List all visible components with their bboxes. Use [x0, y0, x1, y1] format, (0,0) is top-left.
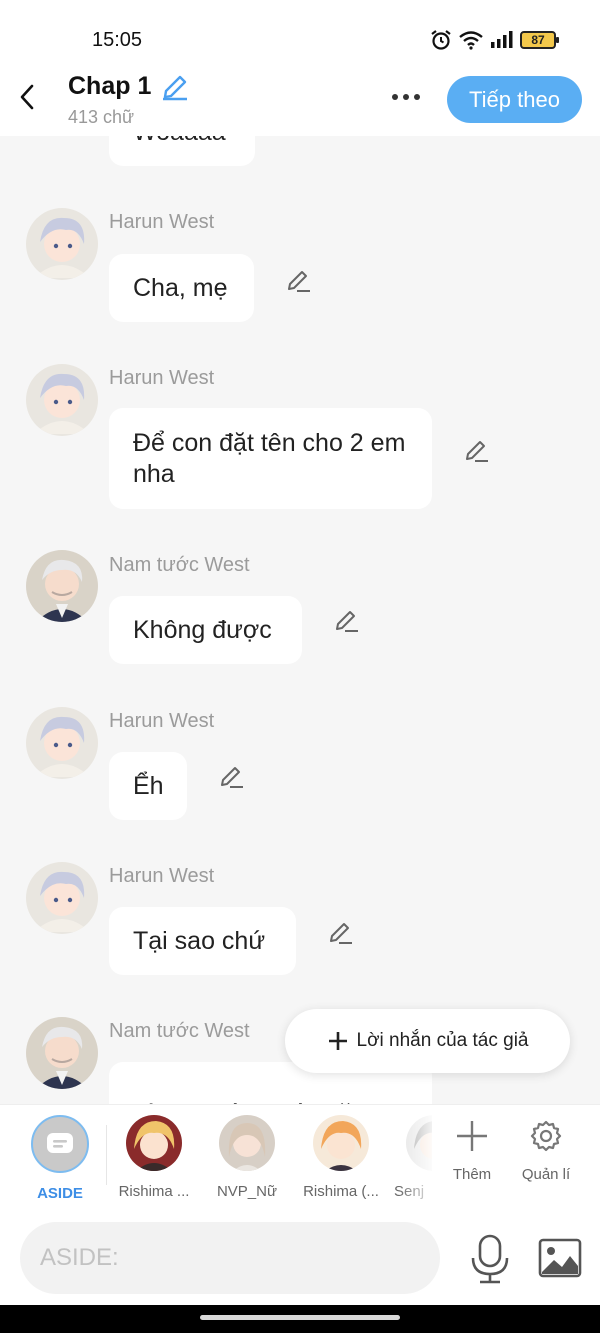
sender-name: Harun West — [109, 211, 215, 233]
more-dot-icon — [414, 94, 420, 100]
microphone-icon[interactable] — [468, 1234, 512, 1284]
more-options-button[interactable] — [386, 84, 426, 110]
character-avatar — [219, 1115, 275, 1171]
character-rishima-1[interactable]: Rishima ... — [110, 1115, 198, 1200]
message-input[interactable] — [20, 1222, 440, 1294]
home-indicator[interactable] — [200, 1315, 400, 1320]
character-nvp-nu[interactable]: NVP_Nữ — [203, 1115, 291, 1200]
plus-icon — [457, 1121, 487, 1151]
scroll-fade — [398, 1105, 438, 1205]
character-label: Rishima ... — [118, 1183, 190, 1200]
character-label: ASIDE — [37, 1185, 83, 1202]
edit-message-icon[interactable] — [334, 608, 360, 634]
aside-avatar — [31, 1115, 89, 1173]
chat-area[interactable]: Woaaaa Harun West Cha, mẹ — [0, 136, 600, 1104]
character-label: Rishima (... — [303, 1183, 379, 1200]
character-bar: ASIDE Rishima ... NVP_Nữ Rishima (... Th… — [0, 1104, 600, 1212]
add-character-label: Thêm — [452, 1166, 492, 1183]
edit-message-icon[interactable] — [464, 438, 490, 464]
edit-title-icon[interactable] — [161, 73, 189, 101]
sender-name: Harun West — [109, 710, 215, 732]
message-bubble[interactable]: Cha, mẹ — [109, 254, 254, 322]
input-bar — [0, 1212, 600, 1305]
add-character-button[interactable]: Thêm — [442, 1119, 502, 1183]
header: Chap 1 413 chữ Tiếp theo — [0, 64, 600, 136]
character-aside[interactable]: ASIDE — [16, 1115, 104, 1202]
avatar[interactable] — [26, 208, 98, 280]
character-avatar — [126, 1115, 182, 1171]
avatar-rishima-alt-image — [313, 1115, 369, 1171]
character-label: NVP_Nữ — [216, 1183, 278, 1200]
word-count: 413 chữ — [68, 107, 135, 127]
avatar-harun-image — [26, 364, 98, 436]
avatar-nam-tuoc-image — [26, 1017, 98, 1089]
message-bubble[interactable]: Không được — [109, 596, 302, 664]
signal-icon — [491, 31, 513, 48]
wifi-icon — [459, 31, 483, 50]
avatar-rishima-image — [126, 1115, 182, 1171]
message-bubble[interactable]: Để con đặt tên cho 2 em nha — [109, 408, 432, 509]
chevron-left-icon — [20, 84, 34, 110]
status-time: 15:05 — [92, 29, 143, 51]
author-note-label: Lời nhắn của tác giả — [356, 1030, 529, 1051]
system-nav-bar — [0, 1305, 600, 1333]
edit-message-icon[interactable] — [328, 920, 354, 946]
manage-characters-button[interactable]: Quản lí — [516, 1119, 576, 1183]
avatar-harun-image — [26, 862, 98, 934]
sender-name: Harun West — [109, 865, 215, 887]
avatar-harun-image — [26, 208, 98, 280]
edit-message-icon[interactable] — [219, 764, 245, 790]
more-dot-icon — [403, 94, 409, 100]
next-button[interactable]: Tiếp theo — [447, 76, 582, 123]
back-button[interactable] — [12, 80, 42, 114]
avatar[interactable] — [26, 1017, 98, 1089]
status-bar: 15:05 87 — [0, 0, 600, 64]
avatar-harun-image — [26, 707, 98, 779]
message-bubble[interactable]: Ểh — [109, 752, 187, 820]
more-dot-icon — [392, 94, 398, 100]
divider — [106, 1125, 107, 1185]
chapter-title: Chap 1 — [68, 72, 152, 100]
avatar-nvp-nu-image — [219, 1115, 275, 1171]
sender-name: Harun West — [109, 367, 215, 389]
plus-icon — [328, 1032, 347, 1050]
character-avatar — [313, 1115, 369, 1171]
sender-name: Nam tước West — [109, 554, 250, 576]
avatar[interactable] — [26, 364, 98, 436]
image-icon[interactable] — [538, 1238, 582, 1278]
character-rishima-2[interactable]: Rishima (... — [297, 1115, 385, 1200]
battery-icon: 87 — [520, 31, 559, 49]
alarm-icon — [431, 30, 451, 50]
title-block: Chap 1 413 chữ — [68, 72, 189, 128]
avatar[interactable] — [26, 550, 98, 622]
manage-characters-label: Quản lí — [521, 1166, 571, 1183]
status-icons: 87 — [430, 28, 559, 52]
avatar-nam-tuoc-image — [26, 550, 98, 622]
message-bubble[interactable]: Tại sao chứ — [109, 907, 296, 975]
sender-name: Nam tước West — [109, 1020, 250, 1042]
edit-message-icon[interactable] — [286, 268, 312, 294]
message-bubble[interactable]: Woaaaa — [109, 136, 255, 166]
author-note-button[interactable]: Lời nhắn của tác giả — [285, 1009, 570, 1073]
avatar[interactable] — [26, 707, 98, 779]
gear-icon — [530, 1120, 562, 1152]
chat-bubble-icon — [47, 1133, 73, 1153]
avatar[interactable] — [26, 862, 98, 934]
